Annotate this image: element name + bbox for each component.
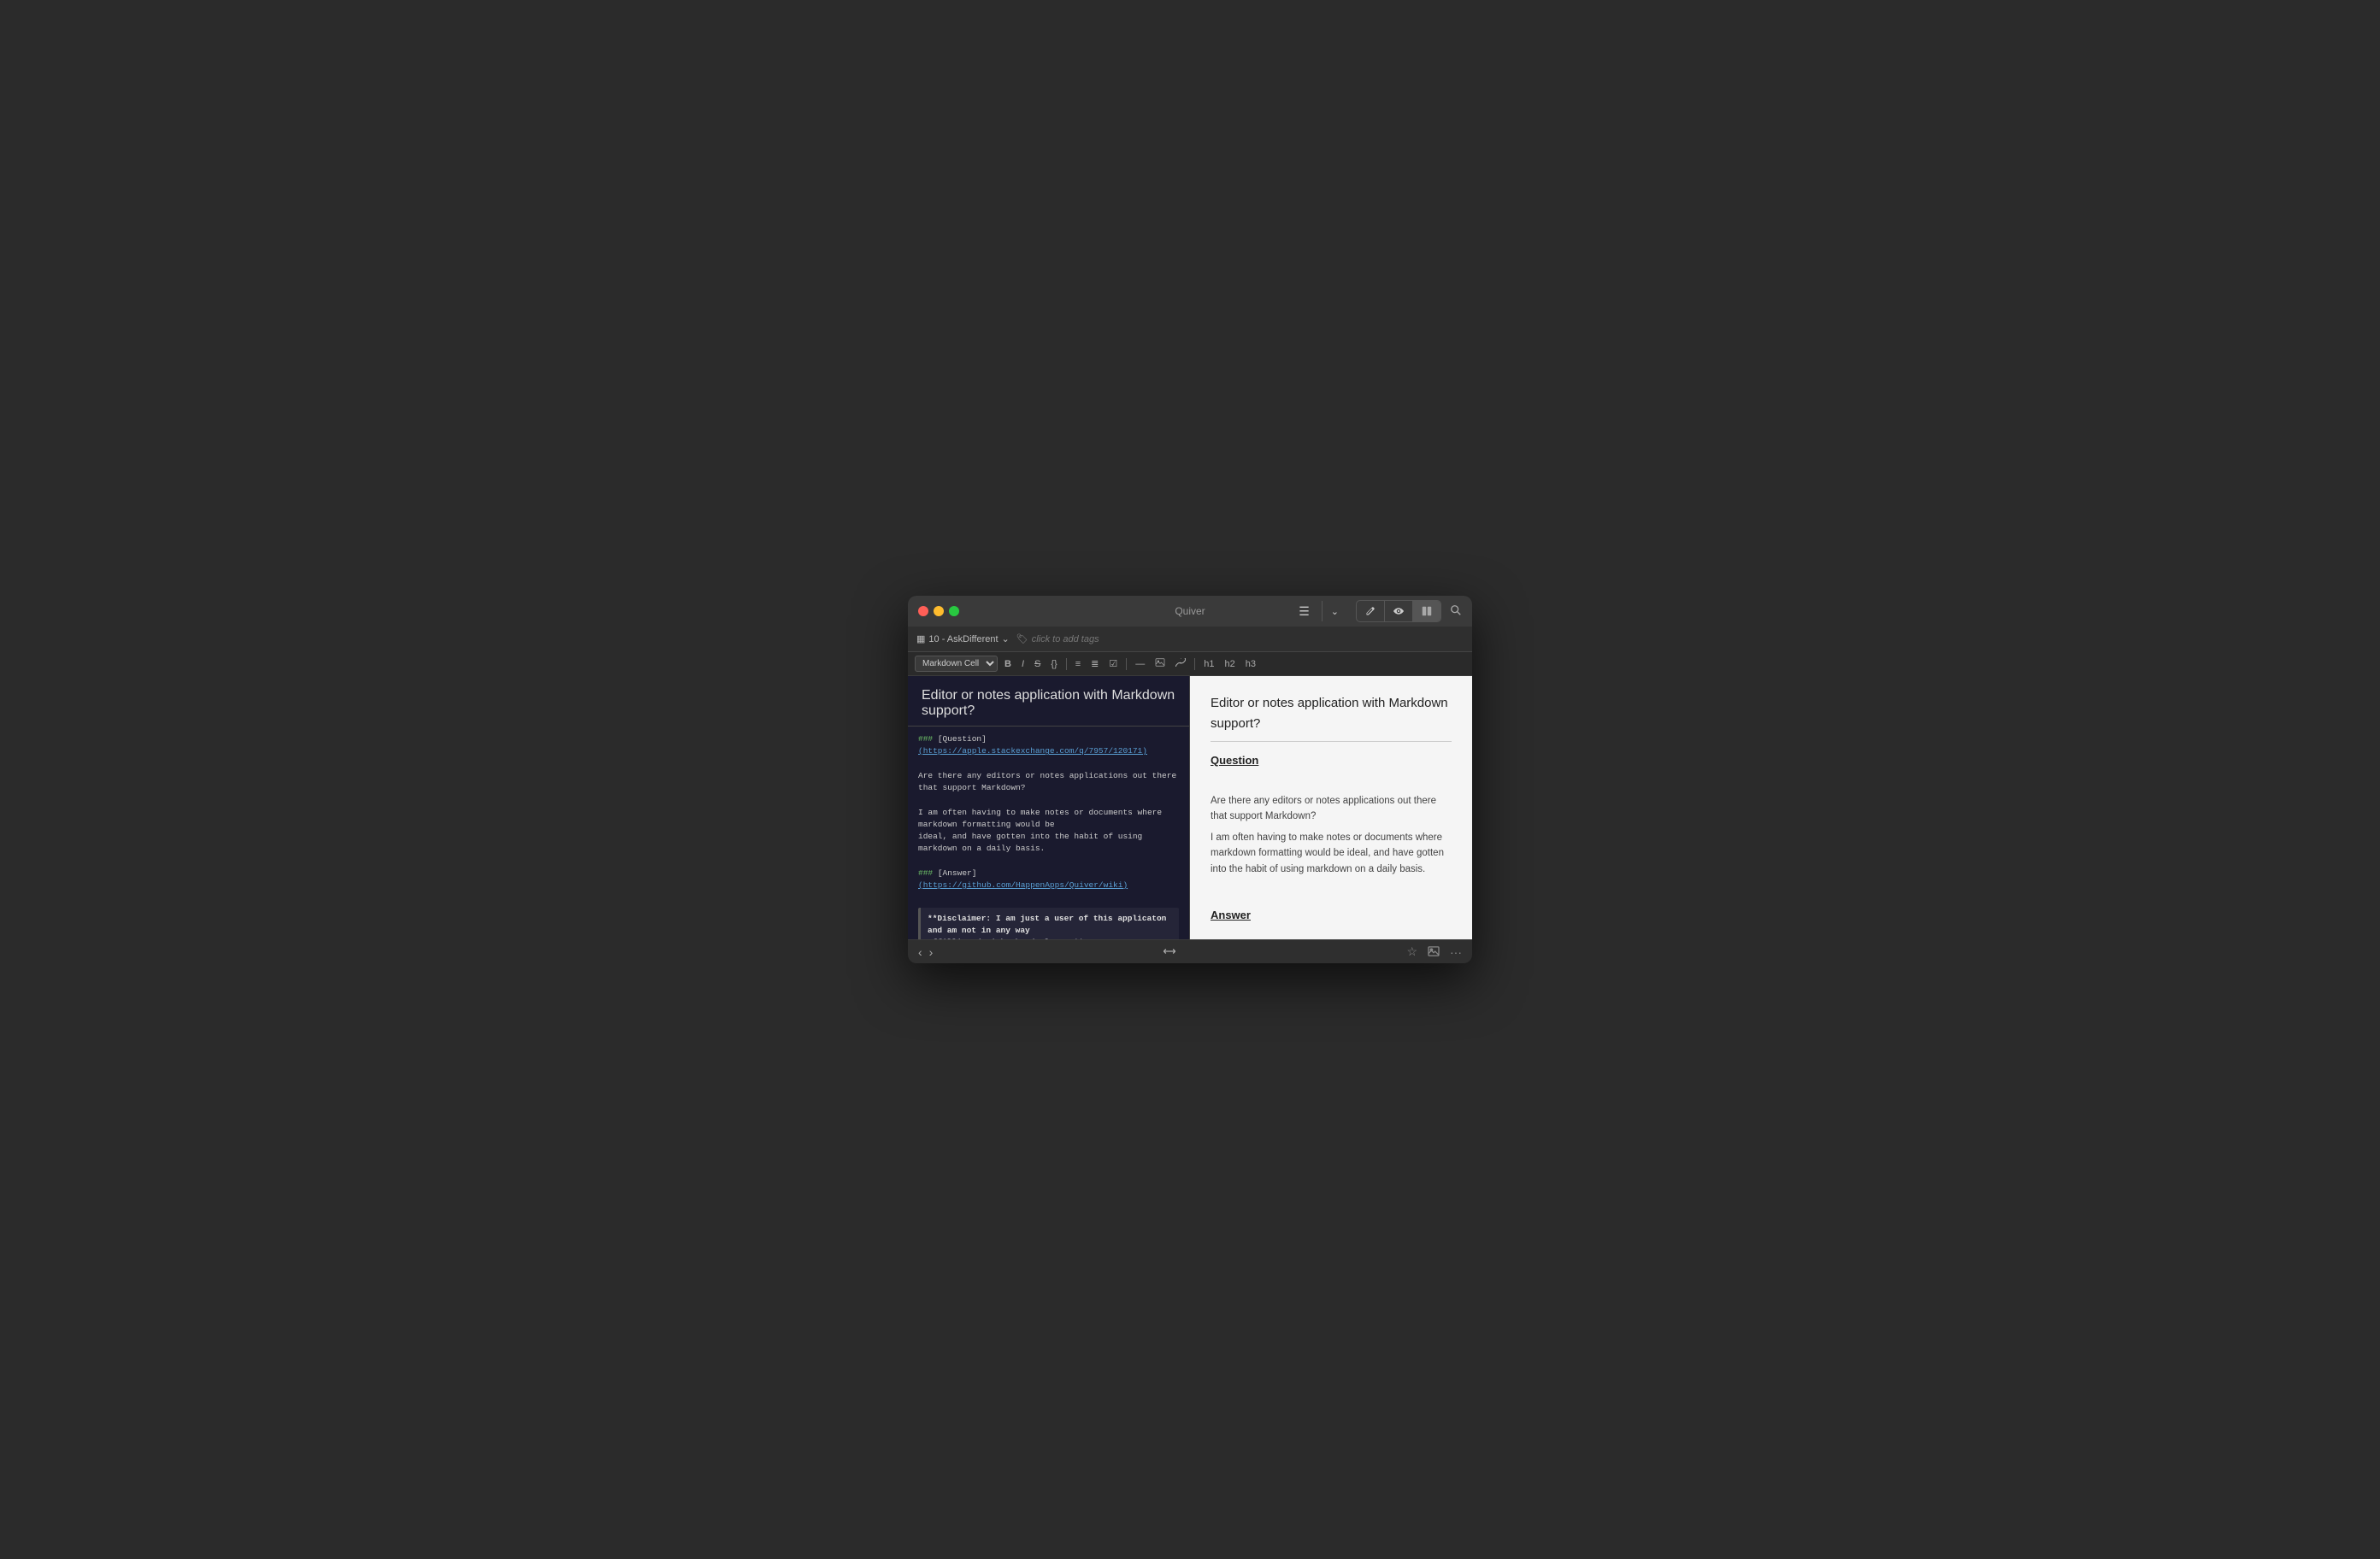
h2-button[interactable]: h2 (1221, 657, 1238, 671)
preview-main-title: Editor or notes application with Markdow… (1211, 693, 1452, 742)
bold-button[interactable]: B (1001, 657, 1015, 671)
notebook-selector[interactable]: ▦ 10 - AskDifferent ⌄ (916, 633, 1010, 644)
tags-area[interactable]: 🏷 click to add tags (1016, 633, 1099, 644)
image-button[interactable] (1152, 656, 1169, 671)
title-bar: Quiver ☰ ⌄ (908, 596, 1472, 627)
separator-2 (1126, 658, 1127, 670)
code-block-1: **Disclaimer: I am just a user of this a… (918, 908, 1179, 940)
editor-line-3: I am often having to make notes or docum… (918, 807, 1179, 832)
expand-icon (1163, 947, 1175, 956)
main-content: Editor or notes application with Markdow… (908, 676, 1472, 939)
h1-button[interactable]: h1 (1200, 657, 1217, 671)
link-icon (1175, 658, 1186, 667)
editor-line-5: ### [Answer](https://github.com/HappenAp… (918, 868, 1179, 892)
prev-button[interactable]: ‹ (918, 945, 922, 959)
image-attachment-icon (1428, 946, 1440, 956)
search-button[interactable] (1450, 604, 1462, 619)
hamburger-button[interactable]: ☰ (1290, 601, 1318, 621)
preview-mode-button[interactable] (1384, 601, 1412, 621)
editor-body[interactable]: ### [Question](https://apple.stackexchan… (908, 727, 1189, 939)
close-button[interactable] (918, 606, 928, 616)
add-tags-label: click to add tags (1032, 634, 1099, 644)
notebook-grid-icon: ▦ (916, 633, 925, 644)
ol-button[interactable]: ≣ (1087, 656, 1102, 671)
status-right-buttons: ☆ ··· (1406, 944, 1462, 959)
preview-answer-heading: Answer (1211, 907, 1452, 925)
view-toggle-group (1356, 600, 1441, 622)
tag-icon: 🏷 (1016, 633, 1028, 644)
expand-button[interactable] (1163, 946, 1175, 958)
traffic-lights (918, 606, 959, 616)
preview-pane: Editor or notes application with Markdow… (1190, 676, 1472, 939)
code-button[interactable]: {} (1047, 657, 1060, 671)
attachment-button[interactable] (1428, 945, 1440, 959)
h3-button[interactable]: h3 (1242, 657, 1259, 671)
notebook-bar: ▦ 10 - AskDifferent ⌄ 🏷 click to add tag… (908, 627, 1472, 652)
ul-button[interactable]: ≡ (1072, 657, 1084, 671)
editor-line-1: ### [Question](https://apple.stackexchan… (918, 733, 1179, 758)
next-button[interactable]: › (929, 945, 934, 959)
more-button[interactable]: ··· (1450, 945, 1462, 959)
italic-button[interactable]: I (1018, 657, 1028, 671)
eye-icon (1393, 606, 1404, 616)
preview-question-heading: Question (1211, 752, 1452, 770)
format-toolbar: Markdown Cell B I S {} ≡ ≣ ☑ — h1 h2 h3 (908, 652, 1472, 676)
editor-pane[interactable]: Editor or notes application with Markdow… (908, 676, 1190, 939)
window-title: Quiver (1175, 605, 1205, 617)
preview-q-para1: Are there any editors or notes applicati… (1211, 793, 1452, 825)
hr-button[interactable]: — (1132, 657, 1148, 671)
link-button[interactable] (1172, 656, 1189, 671)
separator-1 (1066, 658, 1067, 670)
chevron-button[interactable]: ⌄ (1322, 601, 1347, 621)
notebook-name: 10 - AskDifferent (928, 634, 998, 644)
separator-3 (1194, 658, 1195, 670)
preview-q-para2: I am often having to make notes or docum… (1211, 830, 1452, 877)
status-bar: ‹ › ☆ ··· (908, 939, 1472, 963)
search-icon (1450, 604, 1462, 616)
app-window: Quiver ☰ ⌄ (908, 596, 1472, 963)
star-button[interactable]: ☆ (1406, 944, 1417, 959)
split-icon (1422, 606, 1432, 616)
image-icon (1155, 658, 1165, 667)
minimize-button[interactable] (934, 606, 944, 616)
notebook-chevron-icon: ⌄ (1002, 633, 1010, 644)
strikethrough-button[interactable]: S (1031, 657, 1044, 671)
editor-title: Editor or notes application with Markdow… (908, 676, 1189, 727)
editor-line-4: ideal, and have gotten into the habit of… (918, 831, 1179, 856)
edit-mode-button[interactable] (1357, 601, 1384, 621)
nav-buttons: ‹ › (918, 945, 933, 959)
pencil-icon (1365, 606, 1376, 616)
cell-type-select[interactable]: Markdown Cell (915, 656, 998, 672)
title-bar-controls: ☰ ⌄ (1290, 600, 1462, 622)
checklist-button[interactable]: ☑ (1105, 656, 1121, 671)
split-mode-button[interactable] (1412, 601, 1440, 621)
editor-line-2: Are there any editors or notes applicati… (918, 770, 1179, 795)
maximize-button[interactable] (949, 606, 959, 616)
